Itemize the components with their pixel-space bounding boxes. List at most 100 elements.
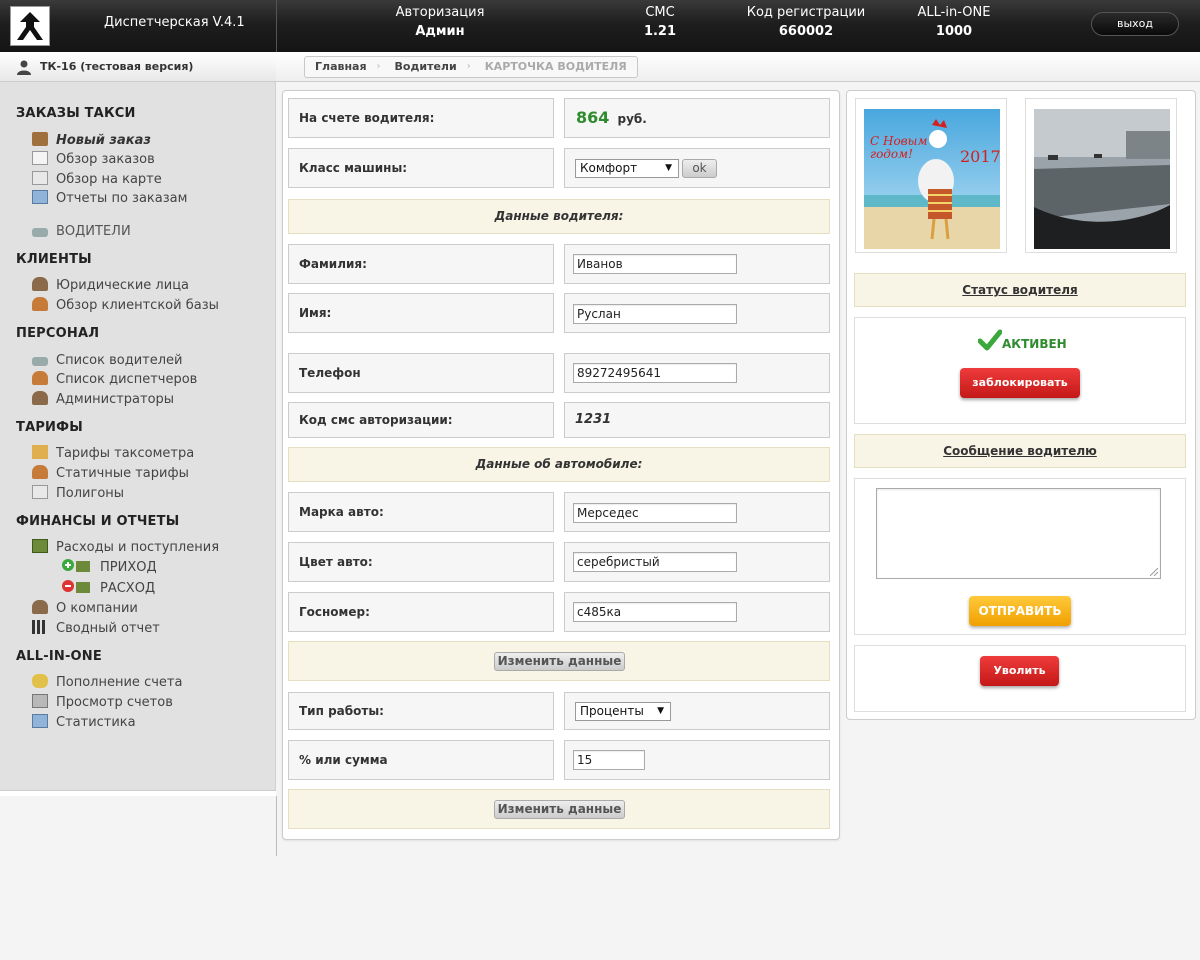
sidebar-item-label: Список диспетчеров bbox=[56, 372, 198, 387]
ok-button[interactable]: ok bbox=[682, 159, 717, 178]
status-text: АКТИВЕН bbox=[1002, 337, 1067, 351]
stat-label: ALL-in-ONE bbox=[917, 5, 991, 20]
stat-label: Код регистрации bbox=[746, 5, 866, 20]
logout-button[interactable]: выход bbox=[1091, 12, 1179, 36]
user-icon bbox=[17, 60, 31, 75]
calendar-icon bbox=[32, 485, 48, 499]
sidebar-item-client-base[interactable]: Обзор клиентской базы bbox=[32, 297, 219, 315]
sidebar-item-taximeter-tariffs[interactable]: Тарифы таксометра bbox=[32, 445, 194, 463]
sidebar-item-label: Администраторы bbox=[56, 392, 175, 407]
sidebar-item-label: О компании bbox=[56, 601, 138, 616]
sidebar-item-dispatcher-list[interactable]: Список диспетчеров bbox=[32, 371, 197, 389]
message-driver-link[interactable]: Сообщение водителю bbox=[854, 434, 1186, 468]
breadcrumb-drivers[interactable]: Водители bbox=[385, 57, 467, 77]
breadcrumb: Главная › Водители › КАРТОЧКА ВОДИТЕЛЯ bbox=[304, 56, 638, 78]
field-label: Телефон bbox=[299, 366, 361, 380]
sidebar-item-polygons[interactable]: Полигоны bbox=[32, 485, 124, 503]
sidebar-section-staff: ПЕРСОНАЛ bbox=[16, 326, 100, 341]
sms-code-value: 1231 bbox=[575, 412, 612, 427]
calendar-icon bbox=[32, 171, 48, 185]
change-data-button[interactable]: Изменить данные bbox=[494, 800, 625, 819]
sidebar-item-label: Расходы и поступления bbox=[56, 540, 220, 555]
sidebar-item-driver-list[interactable]: Список водителей bbox=[32, 352, 183, 370]
users-icon bbox=[32, 600, 48, 614]
field-label: Имя: bbox=[299, 306, 332, 320]
sidebar-footer bbox=[0, 790, 276, 796]
sidebar-item-label: Полигоны bbox=[56, 486, 125, 501]
logo-icon bbox=[17, 12, 43, 40]
breadcrumb-current: КАРТОЧКА ВОДИТЕЛЯ bbox=[484, 60, 627, 73]
coins-icon bbox=[32, 674, 48, 688]
sidebar-item-map-overview[interactable]: Обзор на карте bbox=[32, 171, 162, 189]
work-type-select[interactable]: Проценты ▼ bbox=[575, 702, 671, 721]
sidebar-item-administrators[interactable]: Администраторы bbox=[32, 391, 174, 409]
photo-year: 2017 bbox=[960, 147, 1001, 166]
calculator-icon bbox=[32, 694, 48, 708]
sidebar-item-label: Список водителей bbox=[56, 353, 183, 368]
lastname-label-cell: Фамилия: bbox=[288, 244, 554, 284]
book-icon bbox=[32, 132, 48, 146]
lastname-input[interactable] bbox=[573, 254, 737, 274]
sidebar-item-label: РАСХОД bbox=[100, 581, 156, 596]
resize-handle-icon bbox=[1150, 568, 1158, 576]
sidebar-item-view-bills[interactable]: Просмотр счетов bbox=[32, 694, 173, 712]
statistics-icon bbox=[32, 714, 48, 728]
breadcrumb-bar: Главная › Водители › КАРТОЧКА ВОДИТЕЛЯ bbox=[276, 52, 1200, 82]
block-button[interactable]: заблокировать bbox=[960, 368, 1080, 398]
sidebar-item-income[interactable]: ПРИХОД bbox=[62, 559, 157, 577]
sidebar-item-summary-report[interactable]: Сводный отчет bbox=[32, 620, 160, 638]
add-icon bbox=[62, 559, 92, 573]
stat-auth: Авторизация Админ bbox=[390, 3, 490, 41]
sidebar-item-static-tariffs[interactable]: Статичные тарифы bbox=[32, 465, 189, 483]
sidebar-item-legal-entities[interactable]: Юридические лица bbox=[32, 277, 189, 295]
plate-number-input[interactable] bbox=[573, 602, 737, 622]
field-label: Код смс авторизации: bbox=[299, 413, 453, 427]
sidebar-item-statistics[interactable]: Статистика bbox=[32, 714, 136, 732]
percent-label-cell: % или сумма bbox=[288, 740, 554, 780]
change-data-button[interactable]: Изменить данные bbox=[494, 652, 625, 671]
field-label: На счете водителя: bbox=[299, 111, 435, 125]
remove-icon bbox=[62, 580, 92, 594]
phone-input[interactable] bbox=[573, 363, 737, 383]
car-brand-input[interactable] bbox=[573, 503, 737, 523]
sidebar-item-label: Пополнение счета bbox=[56, 675, 183, 690]
message-textarea[interactable] bbox=[876, 488, 1161, 579]
logo[interactable] bbox=[10, 6, 50, 46]
document-icon bbox=[32, 151, 48, 165]
sms-value-cell: 1231 bbox=[564, 402, 830, 438]
top-bar: Диспетчерская V.4.1 Авторизация Админ СМ… bbox=[0, 0, 1200, 52]
car-icon bbox=[32, 228, 48, 237]
pencil-icon bbox=[32, 445, 48, 459]
sidebar-item-orders-overview[interactable]: Обзор заказов bbox=[32, 151, 155, 169]
field-label: % или сумма bbox=[299, 753, 388, 767]
sidebar-item-about-company[interactable]: О компании bbox=[32, 600, 138, 618]
sidebar-item-top-up[interactable]: Пополнение счета bbox=[32, 674, 182, 692]
driver-photo[interactable]: С Новым годом! 2017 bbox=[855, 98, 1007, 253]
driver-data-header: Данные водителя: bbox=[288, 199, 830, 234]
car-class-select[interactable]: Комфорт ▼ bbox=[575, 159, 679, 178]
brand-label-cell: Марка авто: bbox=[288, 492, 554, 532]
sidebar-item-label: Новый заказ bbox=[56, 133, 151, 148]
sidebar-item-label: Юридические лица bbox=[56, 278, 190, 293]
sidebar-item-drivers[interactable]: ВОДИТЕЛИ bbox=[32, 223, 131, 241]
chevron-right-icon: › bbox=[376, 61, 381, 72]
sidebar-item-new-order[interactable]: Новый заказ bbox=[32, 132, 151, 150]
stat-all-in-one: ALL-in-ONE 1000 bbox=[904, 3, 1004, 41]
sidebar-item-label: ВОДИТЕЛИ bbox=[56, 224, 131, 239]
color-label-cell: Цвет авто: bbox=[288, 542, 554, 582]
checkmark-icon bbox=[978, 329, 1002, 351]
car-photo[interactable] bbox=[1025, 98, 1177, 253]
fire-button[interactable]: Уволить bbox=[980, 656, 1059, 686]
send-button[interactable]: ОТПРАВИТЬ bbox=[969, 596, 1071, 626]
breadcrumb-home[interactable]: Главная bbox=[305, 57, 377, 77]
sidebar-item-order-reports[interactable]: Отчеты по заказам bbox=[32, 190, 187, 208]
car-color-input[interactable] bbox=[573, 552, 737, 572]
plate-label-cell: Госномер: bbox=[288, 592, 554, 632]
image-icon bbox=[32, 190, 48, 204]
sidebar-item-expenses-income[interactable]: Расходы и поступления bbox=[32, 539, 219, 557]
sidebar-item-expense[interactable]: РАСХОД bbox=[62, 580, 155, 598]
balance-label-cell: На счете водителя: bbox=[288, 98, 554, 138]
firstname-input[interactable] bbox=[573, 304, 737, 324]
driver-status-link[interactable]: Статус водителя bbox=[854, 273, 1186, 307]
percent-input[interactable] bbox=[573, 750, 645, 770]
